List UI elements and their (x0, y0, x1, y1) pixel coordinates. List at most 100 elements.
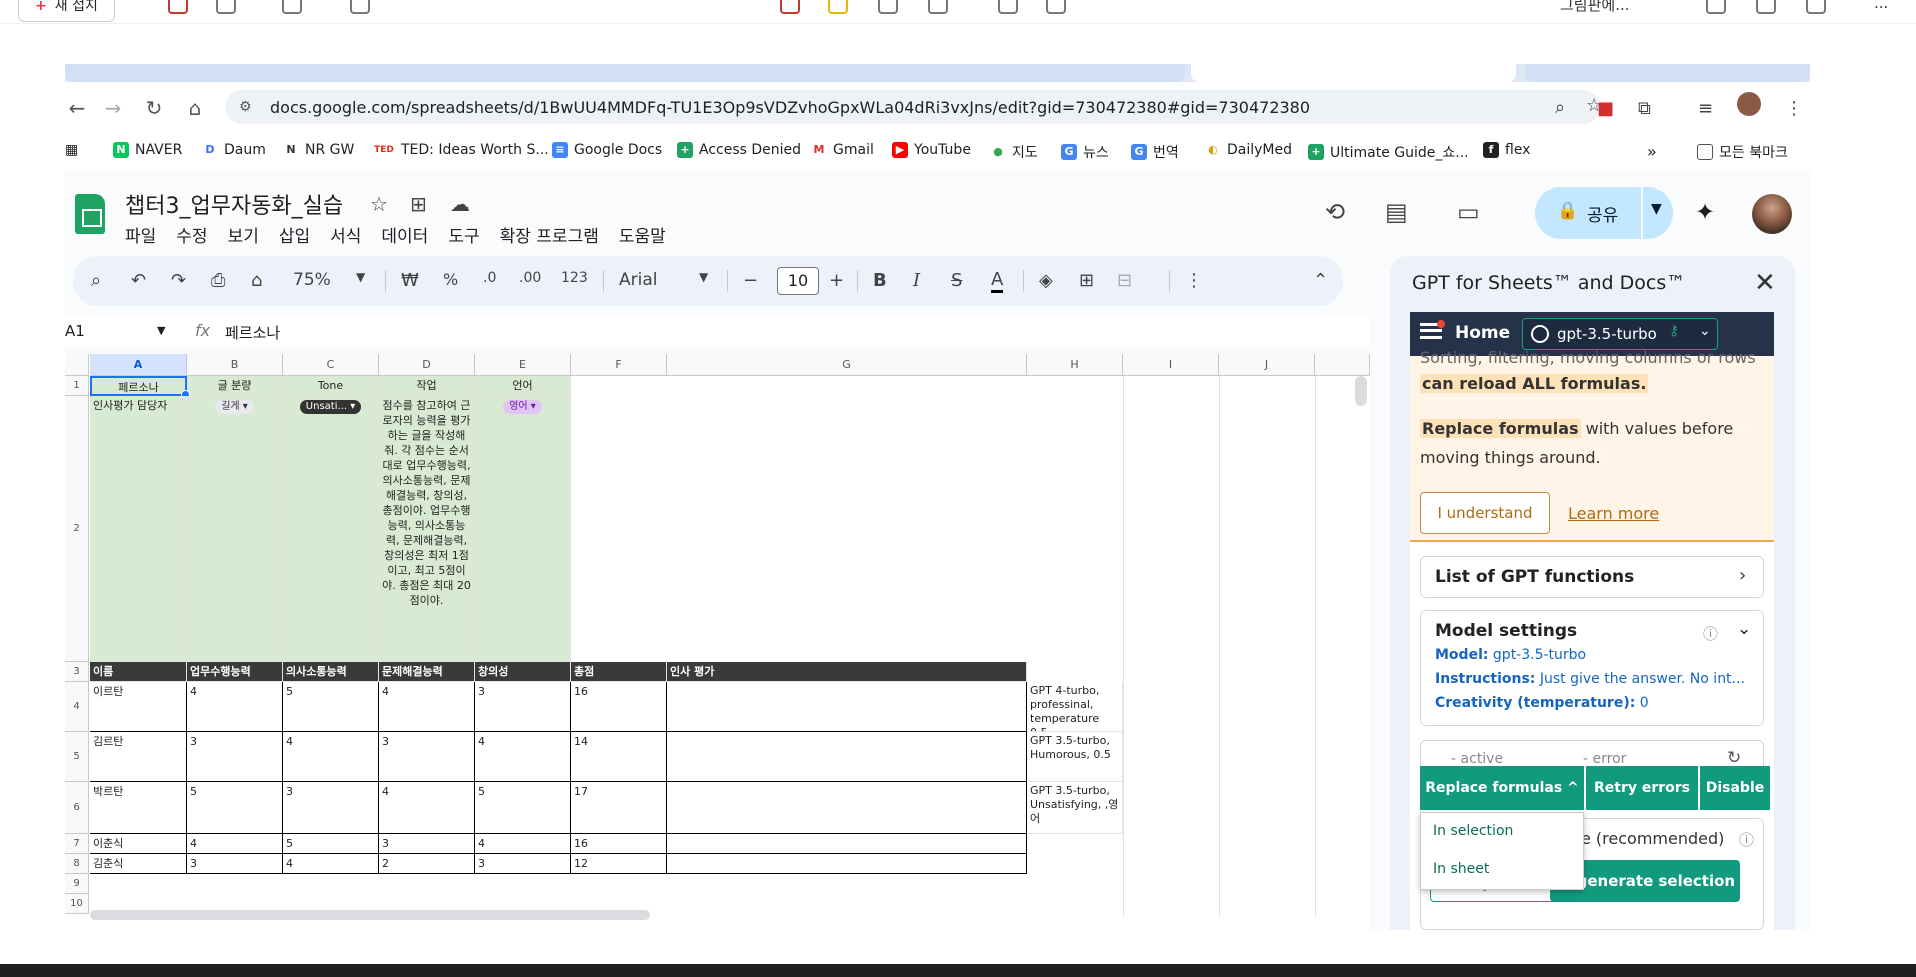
column-header-i[interactable]: I (1123, 354, 1219, 376)
learn-more-link[interactable]: Learn more (1568, 504, 1659, 523)
row-header-8[interactable]: 8 (65, 854, 89, 874)
apps-icon[interactable]: ▦ (65, 142, 78, 158)
borders-icon[interactable]: ⊞ (1079, 270, 1094, 291)
cell-a8[interactable]: 김춘식 (90, 854, 187, 874)
help-icon[interactable]: ⓘ (1703, 623, 1718, 644)
cell-g7[interactable] (667, 834, 1027, 854)
column-header-c[interactable]: C (283, 354, 379, 376)
cell-d3[interactable]: 문제해결능력 (379, 662, 475, 682)
cell-c7[interactable]: 5 (283, 834, 379, 854)
share-icon[interactable] (1806, 0, 1826, 14)
share-button[interactable]: 🔒 공유 ▼ (1535, 187, 1673, 239)
avatar[interactable] (1752, 194, 1792, 234)
column-header-d[interactable]: D (379, 354, 475, 376)
cell-e2[interactable]: 영어 ▾ (475, 396, 571, 662)
paint-format-icon[interactable]: ⌂ (251, 270, 262, 291)
camera-icon[interactable] (168, 0, 188, 14)
vertical-scrollbar[interactable] (1355, 376, 1367, 406)
menu-insert[interactable]: 삽입 (279, 222, 310, 247)
gemini-icon[interactable]: ✦ (1695, 198, 1715, 226)
print-icon[interactable]: ⎙ (211, 270, 225, 291)
option-in-selection[interactable]: In selection (1433, 823, 1513, 839)
decrease-font-size-button[interactable]: − (743, 270, 758, 291)
percent-format-button[interactable]: % (443, 270, 458, 289)
comments-icon[interactable]: ▤ (1385, 198, 1408, 226)
name-box[interactable]: A1 (65, 322, 85, 340)
bookmark-translate[interactable]: G 번역 (1131, 142, 1179, 162)
merge-cells-icon[interactable]: ⊟ (1117, 270, 1132, 291)
cell-e5[interactable]: 4 (475, 732, 571, 782)
cell-d8[interactable]: 2 (379, 854, 475, 874)
cell-c4[interactable]: 5 (283, 682, 379, 732)
replace-formulas-button[interactable]: Replace formulas ^ (1420, 766, 1584, 810)
copy-icon[interactable] (1756, 0, 1776, 14)
more-icon[interactable]: ... (1874, 0, 1888, 12)
decrease-decimal-button[interactable]: .0 (483, 270, 496, 286)
shape-icon[interactable] (282, 0, 302, 14)
meet-icon[interactable]: ▭ (1457, 198, 1480, 226)
bookmark-news[interactable]: G 뉴스 (1061, 142, 1109, 162)
cell-b1[interactable]: 글 분량 (187, 376, 283, 396)
cell-d2[interactable]: 점수를 참고하여 근로자의 능력을 평가하는 글을 작성해줘. 각 점수는 순서… (379, 396, 475, 662)
menu-file[interactable]: 파일 (125, 222, 156, 247)
row-header-9[interactable]: 9 (65, 874, 89, 894)
cell-b4[interactable]: 4 (187, 682, 283, 732)
eraser-icon[interactable] (878, 0, 898, 14)
zoom-dropdown-icon[interactable]: ▼ (356, 270, 365, 284)
cell-d1[interactable]: 작업 (379, 376, 475, 396)
name-box-dropdown-icon[interactable]: ▼ (157, 324, 165, 337)
row-header-1[interactable]: 1 (65, 376, 89, 396)
cell-b5[interactable]: 3 (187, 732, 283, 782)
cell-g4[interactable] (667, 682, 1027, 732)
text-color-button[interactable]: A (991, 270, 1004, 293)
browser-tab-active[interactable] (1191, 64, 1516, 82)
number-format-button[interactable]: 123 (561, 270, 588, 286)
model-picker[interactable]: gpt-3.5-turbo ⚷ ⌄ (1522, 318, 1718, 350)
sheets-logo-icon[interactable] (75, 194, 105, 234)
cell-c6[interactable]: 3 (283, 782, 379, 834)
column-header-g[interactable]: G (667, 354, 1027, 376)
home-icon[interactable]: ⌂ (183, 96, 207, 120)
cell-e6[interactable]: 5 (475, 782, 571, 834)
document-title[interactable]: 챕터3_업무자동화_실습 (125, 188, 343, 220)
horizontal-scrollbar[interactable] (90, 910, 650, 920)
cell-d7[interactable]: 3 (379, 834, 475, 854)
browser-tab-group[interactable] (65, 64, 1185, 82)
font-dropdown-icon[interactable]: ▼ (699, 270, 708, 284)
language-chip[interactable]: 영어 ▾ (503, 400, 542, 414)
help-icon[interactable]: ⓘ (1739, 829, 1754, 850)
cell-e1[interactable]: 언어 (475, 376, 571, 396)
row-header-2[interactable]: 2 (65, 396, 89, 662)
bookmark-ultimate-guide[interactable]: + Ultimate Guide_쇼... (1308, 142, 1469, 162)
column-header-b[interactable]: B (187, 354, 283, 376)
share-dropdown-icon[interactable]: ▼ (1651, 201, 1662, 217)
url-bar[interactable]: ⚙ docs.google.com/spreadsheets/d/1BwUU4M… (225, 90, 1602, 124)
row-header-6[interactable]: 6 (65, 782, 89, 834)
menu-help[interactable]: 도움말 (619, 222, 666, 247)
increase-decimal-button[interactable]: .00 (519, 270, 541, 286)
row-header-7[interactable]: 7 (65, 834, 89, 854)
menu-format[interactable]: 서식 (330, 222, 361, 247)
home-label[interactable]: Home (1455, 323, 1510, 343)
font-family-select[interactable]: Arial (619, 270, 657, 290)
video-icon[interactable] (216, 0, 236, 14)
history-icon[interactable]: ⟲ (1325, 198, 1345, 226)
cell-h4[interactable]: GPT 4-turbo, professinal, temperature 0.… (1027, 682, 1123, 732)
highlighter-icon[interactable] (828, 0, 848, 14)
cell-d5[interactable]: 3 (379, 732, 475, 782)
close-icon[interactable]: ✕ (1754, 268, 1776, 298)
cell-e3[interactable]: 창의성 (475, 662, 571, 682)
redo-icon[interactable]: ↷ (171, 270, 186, 291)
bookmark-nrgw[interactable]: N NR GW (283, 142, 354, 158)
forward-icon[interactable]: → (101, 96, 125, 120)
row-header-4[interactable]: 4 (65, 682, 89, 732)
i-understand-button[interactable]: I understand (1420, 492, 1550, 534)
cell-c2[interactable]: Unsati... ▾ (283, 396, 379, 662)
increase-font-size-button[interactable]: + (829, 270, 844, 291)
menu-edit[interactable]: 수정 (176, 222, 207, 247)
font-size-input[interactable]: 10 (777, 267, 819, 295)
column-header-j[interactable]: J (1219, 354, 1315, 376)
cell-c5[interactable]: 4 (283, 732, 379, 782)
cell-a4[interactable]: 이르탄 (90, 682, 187, 732)
cell-a1[interactable]: 페르소나 (90, 376, 187, 396)
